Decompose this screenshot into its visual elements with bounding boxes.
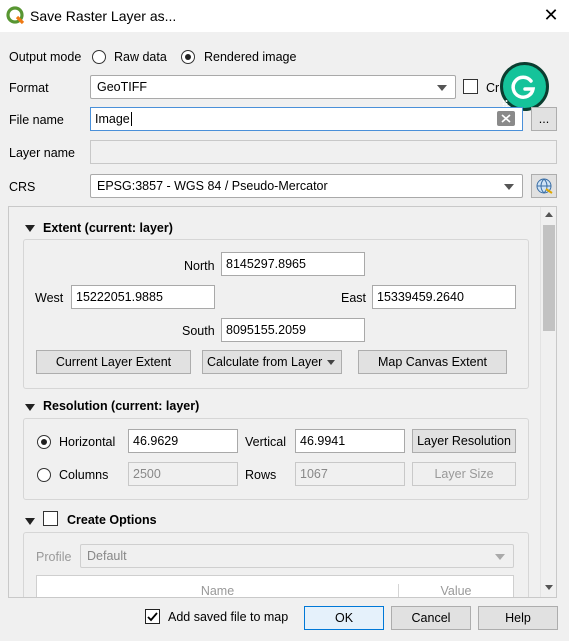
profile-select[interactable]: Default <box>80 544 514 568</box>
file-name-value: Image <box>95 112 130 126</box>
create-options-title[interactable]: Create Options <box>67 513 157 527</box>
crs-value: EPSG:3857 - WGS 84 / Pseudo-Mercator <box>97 179 328 193</box>
horizontal-label[interactable]: Horizontal <box>59 435 115 449</box>
vertical-input[interactable]: 46.9941 <box>295 429 405 453</box>
create-vrt-label[interactable]: Cr <box>486 81 499 95</box>
clear-field-icon[interactable] <box>497 111 515 126</box>
extent-group-title[interactable]: Extent (current: layer) <box>43 221 173 235</box>
layer-size-button[interactable]: Layer Size <box>412 462 516 486</box>
collapse-triangle-icon[interactable] <box>25 225 35 232</box>
west-input[interactable]: 15222051.9885 <box>71 285 215 309</box>
resolution-group-title[interactable]: Resolution (current: layer) <box>43 399 199 413</box>
north-label: North <box>184 259 215 273</box>
add-to-map-checkbox[interactable] <box>145 609 160 624</box>
calculate-from-layer-button[interactable]: Calculate from Layer <box>202 350 342 374</box>
layer-name-label: Layer name <box>9 146 76 160</box>
crs-select[interactable]: EPSG:3857 - WGS 84 / Pseudo-Mercator <box>90 174 523 198</box>
browse-button[interactable]: ... <box>531 107 557 131</box>
chevron-down-icon <box>437 85 447 91</box>
grammarly-g-icon <box>511 75 536 99</box>
vertical-scrollbar[interactable] <box>540 207 556 597</box>
chevron-down-icon <box>504 184 514 190</box>
profile-value: Default <box>87 549 127 563</box>
south-input[interactable]: 8095155.2059 <box>221 318 365 342</box>
select-crs-button[interactable] <box>531 174 557 198</box>
create-vrt-checkbox[interactable] <box>463 79 478 94</box>
calculate-from-layer-label: Calculate from Layer <box>207 355 323 369</box>
rows-input[interactable]: 1067 <box>295 462 405 486</box>
globe-icon <box>536 178 553 194</box>
file-name-input[interactable]: Image <box>90 107 523 131</box>
rendered-image-label[interactable]: Rendered image <box>204 50 296 64</box>
south-label: South <box>182 324 215 338</box>
window-title: Save Raster Layer as... <box>30 8 177 24</box>
checkmark-icon <box>147 612 158 622</box>
close-icon[interactable]: ✕ <box>540 4 562 26</box>
format-select[interactable]: GeoTIFF <box>90 75 456 99</box>
scroll-up-icon[interactable] <box>545 212 553 217</box>
help-button[interactable]: Help <box>478 606 558 630</box>
current-layer-extent-button[interactable]: Current Layer Extent <box>36 350 191 374</box>
file-name-label: File name <box>9 113 64 127</box>
columns-radio[interactable] <box>37 468 51 482</box>
profile-label: Profile <box>36 550 72 564</box>
columns-input[interactable]: 2500 <box>128 462 238 486</box>
layer-resolution-button[interactable]: Layer Resolution <box>412 429 516 453</box>
create-options-checkbox[interactable] <box>43 511 58 526</box>
north-input[interactable]: 8145297.8965 <box>221 252 365 276</box>
qgis-logo-icon <box>6 6 25 25</box>
layer-name-input[interactable] <box>90 140 557 164</box>
add-to-map-label[interactable]: Add saved file to map <box>168 610 288 624</box>
name-column-header[interactable]: Name <box>37 584 399 597</box>
chevron-down-icon <box>495 554 505 560</box>
collapse-triangle-icon[interactable] <box>25 518 35 525</box>
columns-label[interactable]: Columns <box>59 468 108 482</box>
west-label: West <box>35 291 64 305</box>
format-value: GeoTIFF <box>97 80 148 94</box>
east-label: East <box>341 291 367 305</box>
options-table: Name Value <box>36 575 514 597</box>
horizontal-radio[interactable] <box>37 435 51 449</box>
collapse-triangle-icon[interactable] <box>25 404 35 411</box>
cancel-button[interactable]: Cancel <box>391 606 471 630</box>
east-input[interactable]: 15339459.2640 <box>372 285 516 309</box>
scroll-down-icon[interactable] <box>545 585 553 590</box>
scrollbar-thumb[interactable] <box>543 225 555 331</box>
crs-label: CRS <box>9 180 36 194</box>
map-canvas-extent-button[interactable]: Map Canvas Extent <box>358 350 507 374</box>
raw-data-radio[interactable] <box>92 50 106 64</box>
format-label: Format <box>9 81 49 95</box>
dropdown-arrow-icon <box>327 360 335 365</box>
horizontal-input[interactable]: 46.9629 <box>128 429 238 453</box>
output-mode-label: Output mode <box>9 50 82 64</box>
raw-data-label[interactable]: Raw data <box>114 50 167 64</box>
value-column-header[interactable]: Value <box>399 584 513 597</box>
rendered-image-radio[interactable] <box>181 50 195 64</box>
rows-label: Rows <box>245 468 277 482</box>
vertical-label: Vertical <box>245 435 286 449</box>
ok-button[interactable]: OK <box>304 606 384 630</box>
options-scroll-area[interactable]: Extent (current: layer) North 8145297.89… <box>8 206 557 598</box>
